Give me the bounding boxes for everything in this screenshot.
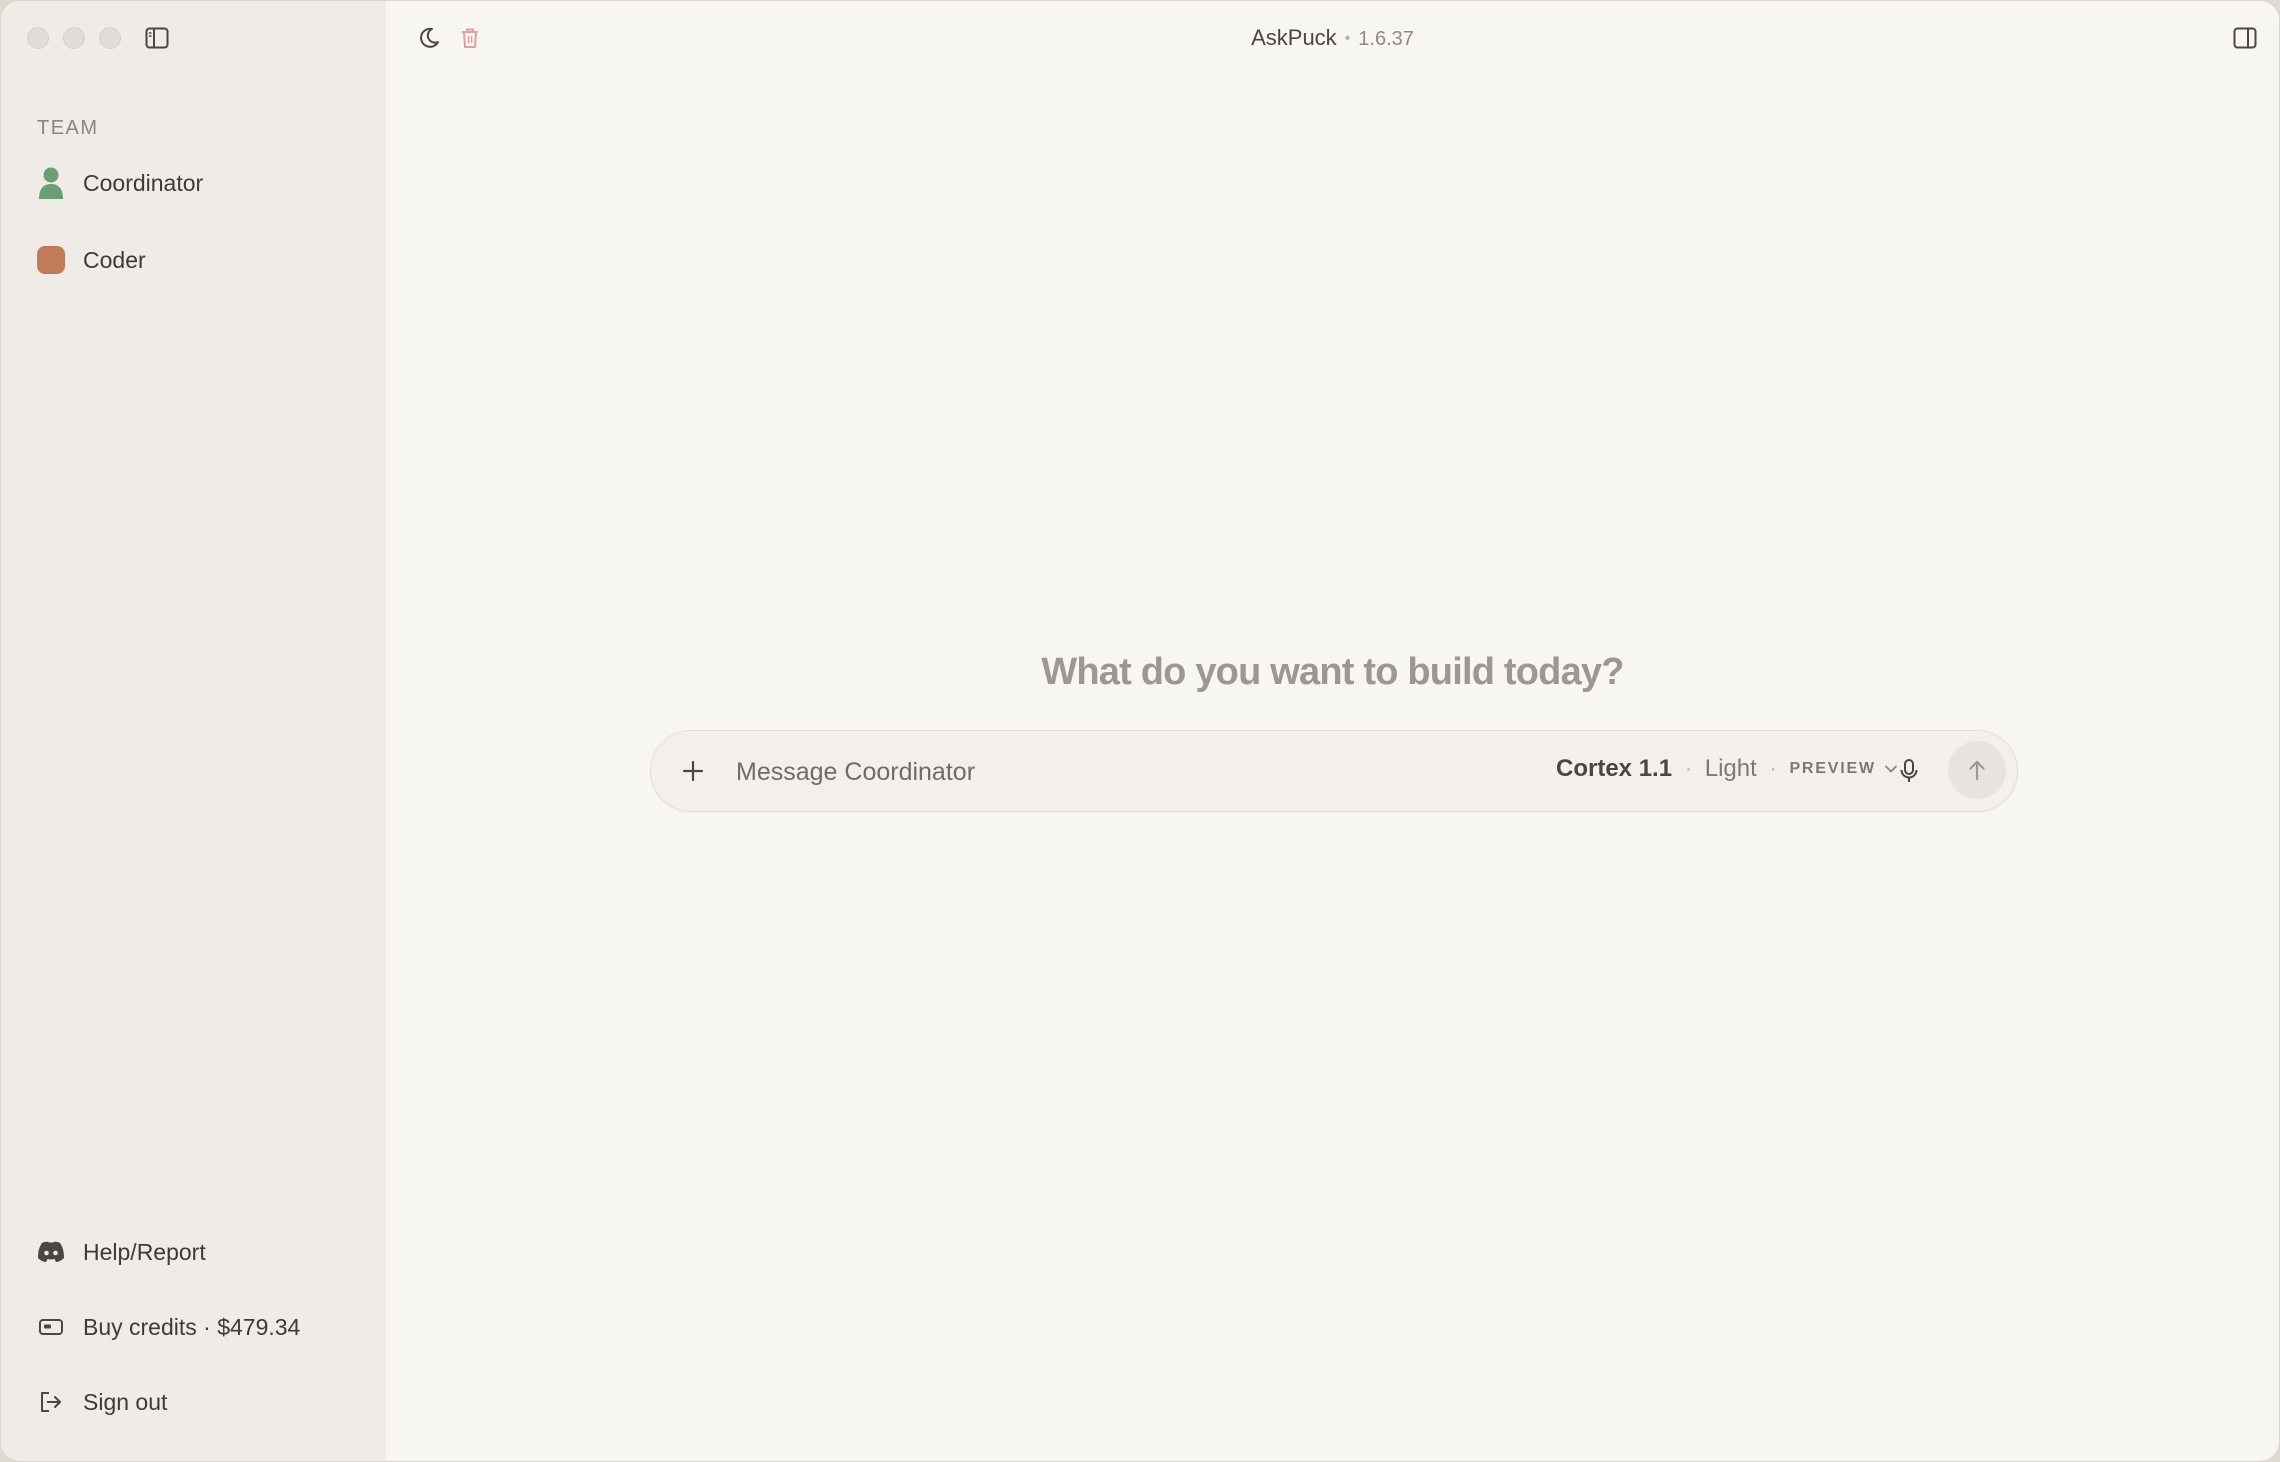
preview-badge: PREVIEW — [1789, 760, 1876, 777]
app-window: TEAM Coordinator Coder Help/Report Buy c… — [0, 0, 2280, 1462]
sign-out-link[interactable]: Sign out — [37, 1386, 167, 1418]
voice-input-button[interactable] — [1891, 753, 1927, 789]
title-separator: • — [1344, 30, 1351, 47]
team-section-label: TEAM — [37, 117, 99, 139]
sign-out-label: Sign out — [83, 1388, 168, 1415]
model-selector[interactable]: Cortex 1.1 · Light · PREVIEW — [1556, 755, 1898, 783]
attach-button[interactable] — [675, 753, 711, 789]
person-icon — [37, 167, 65, 199]
toggle-right-panel-button[interactable] — [2229, 23, 2261, 53]
plus-icon — [682, 760, 704, 782]
help-report-link[interactable]: Help/Report — [37, 1236, 206, 1268]
rounded-square-icon — [37, 244, 65, 276]
credit-card-icon — [37, 1311, 65, 1343]
main-panel: AskPuck • 1.6.37 What do you want to build… — [386, 1, 2279, 1461]
send-button[interactable] — [1948, 741, 2006, 799]
buy-credits-label: Buy credits · $479.34 — [83, 1313, 301, 1340]
minimize-window-button[interactable] — [63, 27, 85, 49]
message-composer: Cortex 1.1 · Light · PREVIEW — [650, 730, 2018, 812]
microphone-icon — [1900, 759, 1918, 782]
model-separator: · — [1769, 757, 1777, 780]
zoom-window-button[interactable] — [99, 27, 121, 49]
sign-out-icon — [37, 1386, 65, 1418]
sidebar-item-coder[interactable]: Coder — [37, 244, 146, 276]
buy-credits-link[interactable]: Buy credits · $479.34 — [37, 1311, 300, 1343]
app-version: 1.6.37 — [1358, 28, 1414, 50]
sidebar-item-coordinator[interactable]: Coordinator — [37, 167, 203, 199]
right-panel-icon — [2233, 27, 2257, 49]
discord-icon — [37, 1236, 65, 1268]
arrow-up-icon — [1969, 760, 1985, 781]
window-controls — [27, 27, 121, 49]
close-window-button[interactable] — [27, 27, 49, 49]
window-title: AskPuck • 1.6.37 — [386, 25, 2279, 51]
empty-state-prompt: What do you want to build today? — [1041, 651, 1624, 693]
app-name: AskPuck — [1251, 25, 1337, 50]
model-separator: · — [1685, 757, 1692, 780]
sidebar-toggle-icon — [145, 27, 169, 49]
message-input[interactable] — [734, 751, 1438, 793]
toggle-sidebar-button[interactable] — [141, 23, 173, 53]
model-name: Cortex 1.1 — [1556, 755, 1673, 782]
sidebar: TEAM Coordinator Coder Help/Report Buy c… — [1, 1, 386, 1461]
sidebar-item-label: Coordinator — [83, 169, 204, 196]
help-report-label: Help/Report — [83, 1238, 206, 1265]
model-mode: Light — [1704, 755, 1757, 782]
sidebar-item-label: Coder — [83, 246, 146, 273]
